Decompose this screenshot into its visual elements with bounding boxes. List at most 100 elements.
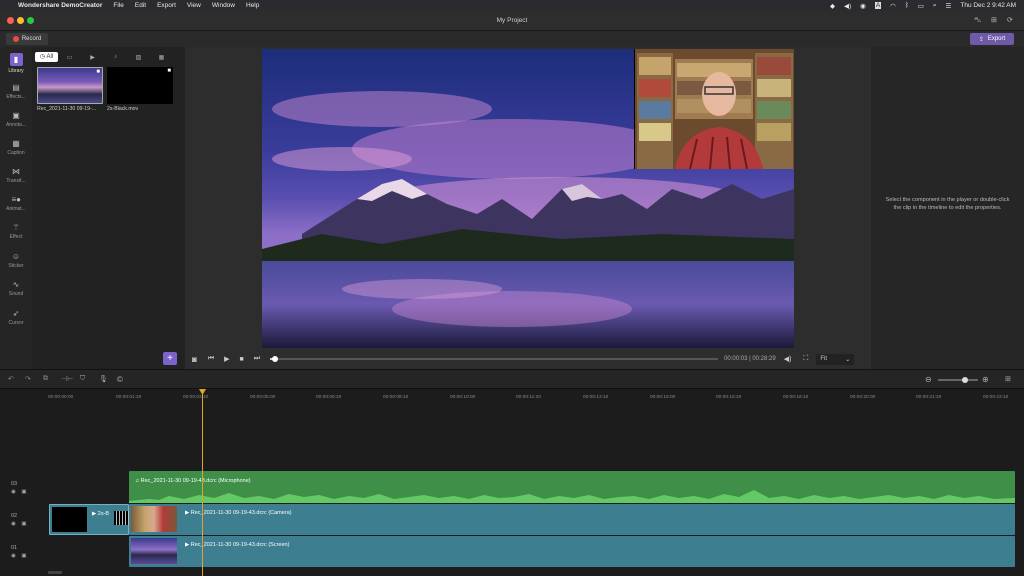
clip-label: ▶ Rec_2021-11-30 09-19-43.dcrc (Screen) [185,542,289,548]
clip-label: ▶ Rec_2021-11-30 09-19-43.dcrc (Camera) [185,510,292,516]
next-frame-icon[interactable]: ⏭ [254,355,260,363]
effects-icon: ▤ [12,83,20,92]
sidebar-item-caption[interactable]: ▦ Caption [0,139,32,156]
keyboard-icon[interactable]: A [874,2,882,9]
preview-canvas[interactable] [262,49,794,348]
clip-thumbnail [131,506,177,532]
menu-file[interactable]: File [113,2,123,9]
sidebar-item-cursor[interactable]: ➶ Cursor [0,309,32,326]
export-button[interactable]: ⇪ Export [970,33,1014,45]
player-controls: ◙ ⏮ ▶ ■ ⏭ 00:00:03 | 00:28:29 ◀) ⛶ Fit ⌄ [185,349,871,369]
gift-icon[interactable]: ⊞ [991,16,997,24]
snapshot-icon[interactable]: ◙ [192,355,197,364]
export-icon: ⇪ [978,36,984,43]
video-clip-screen[interactable]: ▶ Rec_2021-11-30 09-19-43.dcrc (Screen) [129,536,1015,567]
video-clip-camera[interactable]: ▶ Rec_2021-11-30 09-19-43.dcrc (Camera) [129,504,1015,535]
filter-screen-tab[interactable]: ▶ [81,54,104,61]
ruler-tick: 00:00:01:20 [116,395,142,400]
clip-name: Rec_2021-11-30 09-19-43.dcrc (Screen) [190,542,290,548]
playback-progress-bar[interactable] [270,356,719,362]
cart-icon[interactable]: ⛍ [974,16,981,25]
sidebar-item-sound[interactable]: ∿ Sound [0,280,32,297]
filter-other-tab[interactable]: ▦ [150,54,173,61]
sidebar-item-effect[interactable]: ⚚ Effect [0,223,32,240]
lock-icon[interactable]: ▣ [21,553,26,559]
marker-icon[interactable]: ⛉ [80,375,85,383]
fit-dropdown[interactable]: Fit ⌄ [816,353,855,365]
timeline-scrollbar[interactable] [48,571,62,574]
audio-clip-microphone[interactable]: ♫ Rec_2021-11-30 09-19-43.dcrc (Micropho… [129,471,1015,503]
ruler-tick: 00:00:15:00 [650,395,676,400]
track-number: 02 [11,513,18,519]
filter-audio-tab[interactable]: ♪ [104,54,127,60]
eye-icon[interactable]: ◉ [11,489,16,495]
menu-help[interactable]: Help [246,2,259,9]
media-item[interactable]: ■ 2s-Black.mov [107,67,173,112]
stop-icon[interactable]: ■ [240,356,244,363]
play-icon[interactable]: ▶ [224,355,229,363]
clock[interactable]: Thu Dec 2 9:42 AM [960,2,1016,9]
zoom-slider[interactable] [938,377,978,383]
battery-icon[interactable]: ▭ [918,2,924,10]
sidebar-item-transition[interactable]: ⋈ Transit... [0,167,32,184]
menu-window[interactable]: Window [212,2,235,9]
transition-marker[interactable] [114,511,130,525]
search-icon[interactable]: ⌕ [933,2,937,10]
add-media-button[interactable]: + [163,352,177,365]
prev-frame-icon[interactable]: ⏮ [208,355,214,363]
playback-scrubber-handle[interactable] [271,356,278,362]
sidebar-item-animation[interactable]: ≡● Animat... [0,195,32,212]
user-icon[interactable]: ⟳ [1007,16,1013,24]
fit-label: Fit [820,356,827,362]
fit-timeline-icon[interactable]: ⊞ [1005,375,1011,383]
video-icon: ▶ [185,542,190,548]
sidebar-item-sticker[interactable]: ☺ Sticker [0,252,32,269]
sidebar-item-effects[interactable]: ▤ Effects... [0,83,32,100]
clip-name: 2s-B [97,511,110,517]
bluetooth-icon[interactable]: ᛒ [905,2,909,9]
sidebar-item-annotation[interactable]: ▣ Annota... [0,111,32,128]
ruler-tick: 00:00:23:10 [983,395,1009,400]
ruler-tick: 00:00:08:10 [383,395,409,400]
video-badge-icon: ■ [167,68,171,74]
playhead[interactable] [202,389,203,576]
lock-icon[interactable]: ▣ [21,521,26,527]
image-icon: ▨ [135,54,142,61]
undo-icon[interactable]: ↶ [8,375,14,383]
filter-all-tab[interactable]: ◷ All [35,52,58,62]
ruler-tick: 00:00:00:00 [48,395,74,400]
eye-icon[interactable]: ◉ [11,553,16,559]
dropbox-icon[interactable]: ◆ [830,2,835,10]
crop-icon[interactable]: ⧉ [43,375,48,383]
camera-overlay[interactable] [634,49,794,169]
status-icon[interactable]: ◉ [860,2,866,10]
app-menu[interactable]: Wondershare DemoCreator [18,2,102,9]
volume-icon[interactable]: ◀) [844,2,851,10]
timeline-ruler[interactable]: 00:00:00:00 00:00:01:20 00:00:03:10 00:0… [48,389,1024,409]
redo-icon[interactable]: ↷ [25,375,31,383]
filter-image-tab[interactable]: ▨ [127,54,150,61]
menu-edit[interactable]: Edit [135,2,146,9]
microphone-icon[interactable]: 🎙 [99,375,108,383]
ruler-tick: 00:00:06:20 [316,395,342,400]
track-number: 03 [11,481,18,487]
zoom-slider-handle[interactable] [962,377,968,383]
control-center-icon[interactable]: ☰ [946,2,952,10]
eye-icon[interactable]: ◉ [11,521,16,527]
video-clip-black[interactable]: ▶ 2s-B [49,504,130,535]
zoom-out-icon[interactable]: ⊖ [925,375,932,384]
zoom-in-icon[interactable]: ⊕ [982,375,989,384]
volume-icon[interactable]: ◀) [784,355,792,363]
record-button[interactable]: Record [6,33,48,45]
media-item[interactable]: ■ Rec_2021-11-30 09-19-... [37,67,103,112]
fullscreen-icon[interactable]: ⛶ [803,355,808,363]
sidebar-item-library[interactable]: ▮ Library [0,53,32,74]
split-icon[interactable]: ⊣⊢ [61,375,73,383]
sticker-icon: ☺ [11,252,21,261]
menu-export[interactable]: Export [157,2,176,9]
copyright-icon[interactable]: © [117,375,123,384]
lock-icon[interactable]: ▣ [21,489,26,495]
wifi-icon[interactable]: ◠ [890,2,896,10]
menu-view[interactable]: View [187,2,201,9]
filter-video-tab[interactable]: ▭ [58,54,81,61]
